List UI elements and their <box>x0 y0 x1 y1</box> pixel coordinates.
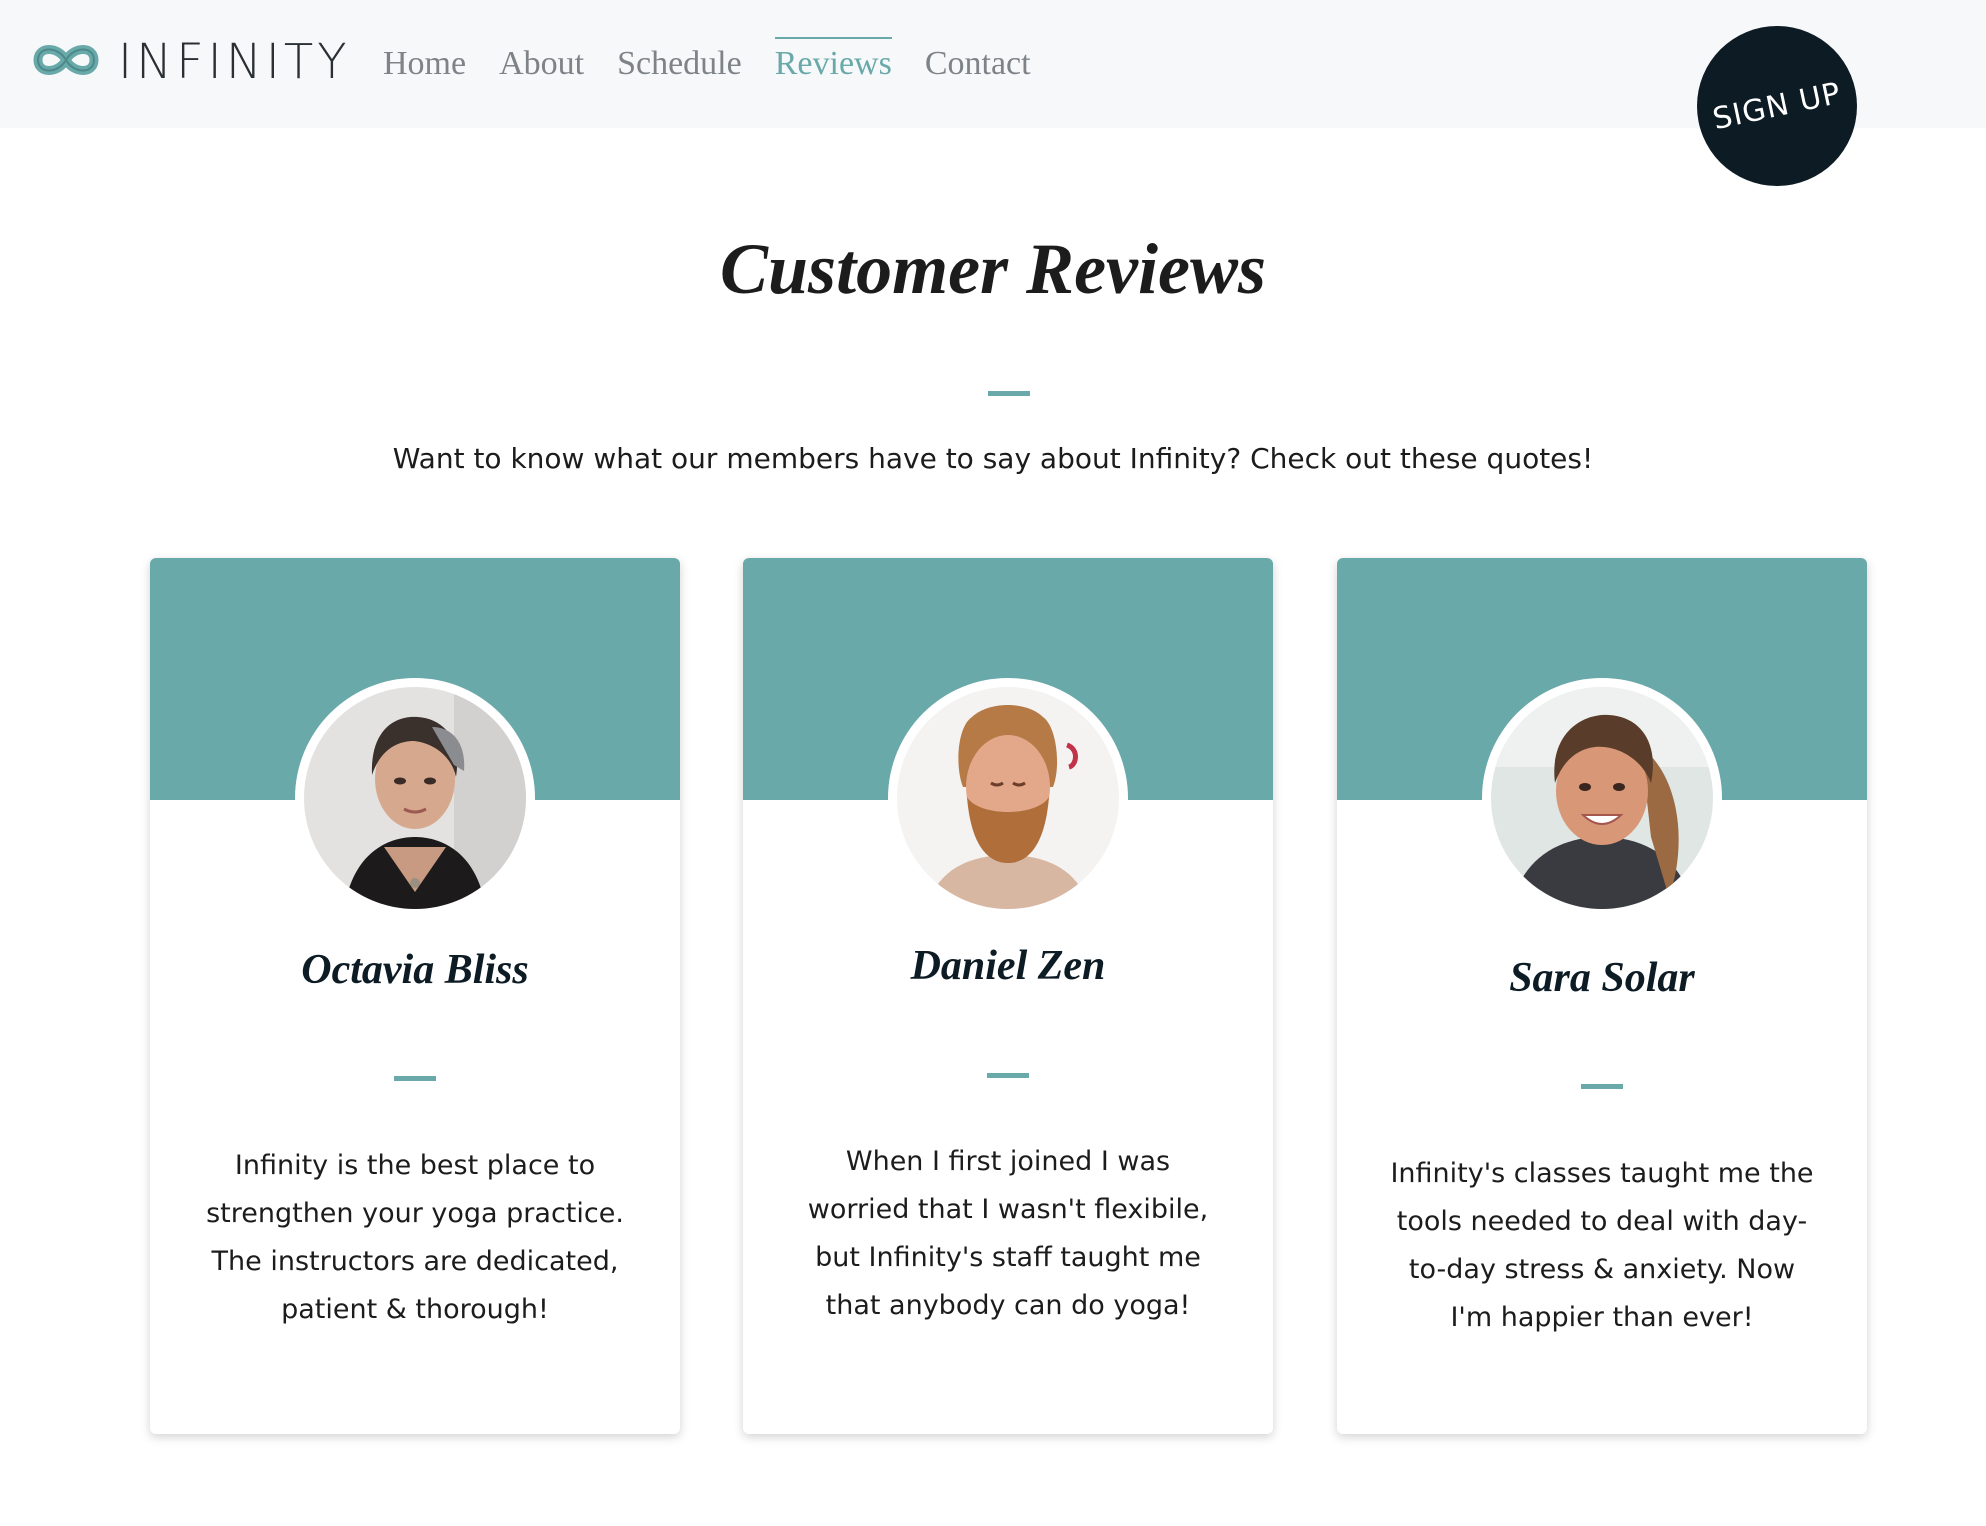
top-navigation-bar: INFINITY Home About Schedule Reviews Con… <box>0 0 1986 128</box>
card-divider <box>394 1076 436 1081</box>
reviewer-avatar <box>888 678 1128 918</box>
infinity-icon <box>30 40 102 85</box>
review-quote: When I first joined I was worried that I… <box>807 1146 1209 1321</box>
card-divider <box>987 1073 1029 1078</box>
review-card: Sara Solar Infinity's classes taught me … <box>1337 558 1867 1434</box>
page-subtitle: Want to know what our members have to sa… <box>392 442 1594 475</box>
nav-link-home[interactable]: Home <box>383 41 466 87</box>
sign-up-button[interactable]: SIGN UP <box>1697 26 1857 186</box>
review-card: Daniel Zen When I first joined I was wor… <box>743 558 1273 1434</box>
review-card: Octavia Bliss Infinity is the best place… <box>150 558 680 1434</box>
main-nav: Home About Schedule Reviews Contact <box>383 32 1031 96</box>
page-title: Customer Reviews <box>719 229 1266 309</box>
reviewer-name: Sara Solar <box>1509 955 1695 1001</box>
card-divider <box>1581 1084 1623 1089</box>
reviewer-name: Octavia Bliss <box>301 947 529 993</box>
reviewer-avatar <box>295 678 535 918</box>
brand-logo[interactable]: INFINITY <box>30 30 351 94</box>
reviewer-name: Daniel Zen <box>910 943 1106 989</box>
nav-link-contact[interactable]: Contact <box>925 41 1031 87</box>
review-quote: Infinity is the best place to strengthen… <box>206 1150 624 1325</box>
nav-link-reviews[interactable]: Reviews <box>774 37 892 87</box>
reviewer-avatar <box>1482 678 1722 918</box>
review-quote: Infinity's classes taught me the tools n… <box>1390 1158 1814 1333</box>
nav-link-schedule[interactable]: Schedule <box>617 41 742 87</box>
nav-link-about[interactable]: About <box>499 41 584 87</box>
brand-name: INFINITY <box>118 34 351 90</box>
title-divider <box>988 391 1030 396</box>
sign-up-label: SIGN UP <box>1709 75 1845 137</box>
